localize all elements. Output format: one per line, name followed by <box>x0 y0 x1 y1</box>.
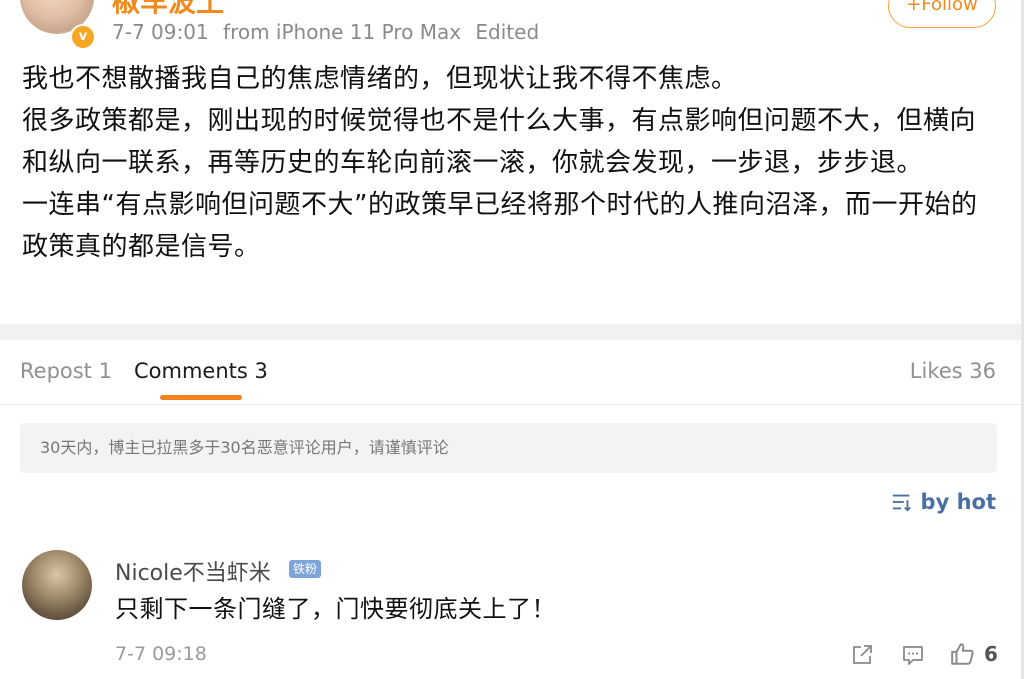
fan-badge: 铁粉 <box>289 560 322 578</box>
post-meta: 7-7 09:01 from iPhone 11 Pro Max Edited <box>112 20 547 44</box>
section-divider <box>0 324 1024 340</box>
tab-likes[interactable]: Likes 36 <box>910 359 996 383</box>
reply-icon[interactable] <box>901 643 925 667</box>
post-source: from iPhone 11 Pro Max <box>223 20 462 44</box>
commenter-avatar[interactable] <box>22 550 92 620</box>
active-tab-indicator <box>160 395 242 400</box>
sort-icon <box>892 494 911 512</box>
post-date: 7-7 09:01 <box>112 20 209 44</box>
comment-notice: 30天内，博主已拉黑多于30名恶意评论用户，请谨慎评论 <box>20 423 997 473</box>
follow-button[interactable]: +Follow <box>888 0 996 28</box>
post-body: 我也不想散播我自己的焦虑情绪的，但现状让我不得不焦虑。 很多政策都是，刚出现的时… <box>22 58 1002 268</box>
repost-icon[interactable] <box>850 643 874 667</box>
sort-by-hot-button[interactable]: by hot <box>891 490 996 514</box>
commenter-name[interactable]: Nicole不当虾米 <box>115 555 271 587</box>
post-edited-label[interactable]: Edited <box>475 20 539 44</box>
thumbs-up-icon[interactable] <box>950 641 976 667</box>
tab-comments[interactable]: Comments 3 <box>134 359 268 383</box>
comment-time: 7-7 09:18 <box>115 643 207 665</box>
post-paragraph: 我也不想散播我自己的焦虑情绪的，但现状让我不得不焦虑。 <box>22 64 738 94</box>
sort-label: by hot <box>920 490 996 514</box>
post-paragraph: 很多政策都是，刚出现的时候觉得也不是什么大事，有点影响但问题不大，但横向和纵向一… <box>22 106 977 178</box>
comment-like-count: 6 <box>984 642 998 666</box>
author-name[interactable]: 椒车波土 <box>112 0 224 20</box>
verified-badge-icon: v <box>70 24 96 50</box>
tabs-divider <box>0 404 1024 405</box>
comment-text: 只剩下一条门缝了，门快要彻底关上了！ <box>115 595 556 623</box>
tab-repost[interactable]: Repost 1 <box>20 359 112 383</box>
post-paragraph: 一连串“有点影响但问题不大”的政策早已经将那个时代的人推向沼泽，而一开始的政策真… <box>22 190 978 262</box>
